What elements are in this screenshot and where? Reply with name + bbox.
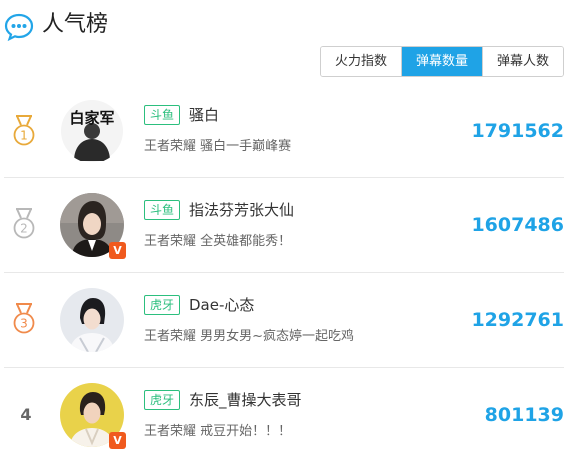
stream-description: 王者荣耀 男男女男~疯态婷一起吃鸡 (144, 328, 354, 346)
platform-badge: 虎牙 (144, 390, 181, 410)
game-name: 王者荣耀 (144, 424, 197, 439)
silver-medal-icon: 2 (13, 208, 35, 239)
stream-tagline: 戒豆开始！！！ (200, 424, 292, 439)
tab-firepower-index[interactable]: 火力指数 (320, 47, 401, 76)
stream-description: 王者荣耀 骚白一手巅峰赛 (144, 138, 291, 156)
platform-badge: 斗鱼 (144, 105, 181, 125)
stream-tagline: 男男女男~疯态婷一起吃鸡 (200, 329, 355, 344)
streamer-name[interactable]: 骚白 (189, 105, 219, 125)
avatar-wrapper[interactable]: 白家军 (60, 99, 124, 163)
streamer-name[interactable]: 东辰_曹操大表哥 (189, 390, 302, 410)
svg-text:3: 3 (20, 317, 28, 331)
rank-number: 4 (20, 405, 32, 424)
stream-tagline: 全英雄都能秀！ (200, 234, 292, 249)
tab-danmaku-users[interactable]: 弹幕人数 (481, 47, 563, 76)
bronze-medal-icon: 3 (13, 303, 35, 334)
stream-tagline: 骚白一手巅峰赛 (200, 139, 292, 154)
avatar: 白家军 (60, 99, 124, 163)
ranking-row[interactable]: 1 白家军 斗鱼 骚白 王者荣耀 骚白一手巅峰赛 1791562 (0, 83, 581, 178)
danmaku-count: 1292761 (471, 309, 564, 331)
streamer-name[interactable]: 指法芬芳张大仙 (189, 200, 294, 220)
danmaku-count: 1791562 (471, 120, 564, 142)
ranking-row[interactable]: 4 V 虎牙 东辰_曹操大表哥 王者荣耀 戒豆开始！！！ 801139 (0, 368, 581, 449)
svg-text:白家军: 白家军 (69, 109, 114, 127)
svg-text:1: 1 (20, 129, 28, 143)
verified-badge: V (109, 432, 126, 449)
avatar-wrapper[interactable]: V (60, 193, 126, 259)
avatar-wrapper[interactable]: V (60, 383, 126, 449)
streamer-name[interactable]: Dae-心态 (189, 295, 254, 315)
page-title: 人气榜 (42, 12, 109, 37)
ranking-row[interactable]: 3 虎牙 Dae-心态 王者荣耀 男男女男~疯态婷一起吃鸡 1292761 (0, 273, 581, 368)
platform-badge: 斗鱼 (144, 200, 181, 220)
stream-description: 王者荣耀 戒豆开始！！！ (144, 423, 291, 441)
danmaku-count: 801139 (484, 404, 564, 426)
stream-description: 王者荣耀 全英雄都能秀！ (144, 233, 291, 251)
gold-medal-icon: 1 (13, 115, 35, 146)
game-name: 王者荣耀 (144, 139, 197, 154)
avatar (60, 288, 124, 353)
page-header: 人气榜 (0, 0, 581, 44)
sort-tabs: 火力指数 弹幕数量 弹幕人数 (319, 46, 564, 77)
verified-badge: V (109, 242, 126, 259)
game-name: 王者荣耀 (144, 329, 197, 344)
chat-bubble-icon (4, 13, 34, 42)
game-name: 王者荣耀 (144, 234, 197, 249)
ranking-row[interactable]: 2 V 斗鱼 指法芬芳张大仙 王者荣耀 全英雄都能秀！ 1607486 (0, 178, 581, 273)
svg-text:2: 2 (20, 222, 28, 236)
danmaku-count: 1607486 (471, 214, 564, 236)
platform-badge: 虎牙 (144, 295, 181, 315)
tab-danmaku-count[interactable]: 弹幕数量 (400, 47, 482, 76)
avatar-wrapper[interactable] (60, 288, 124, 353)
